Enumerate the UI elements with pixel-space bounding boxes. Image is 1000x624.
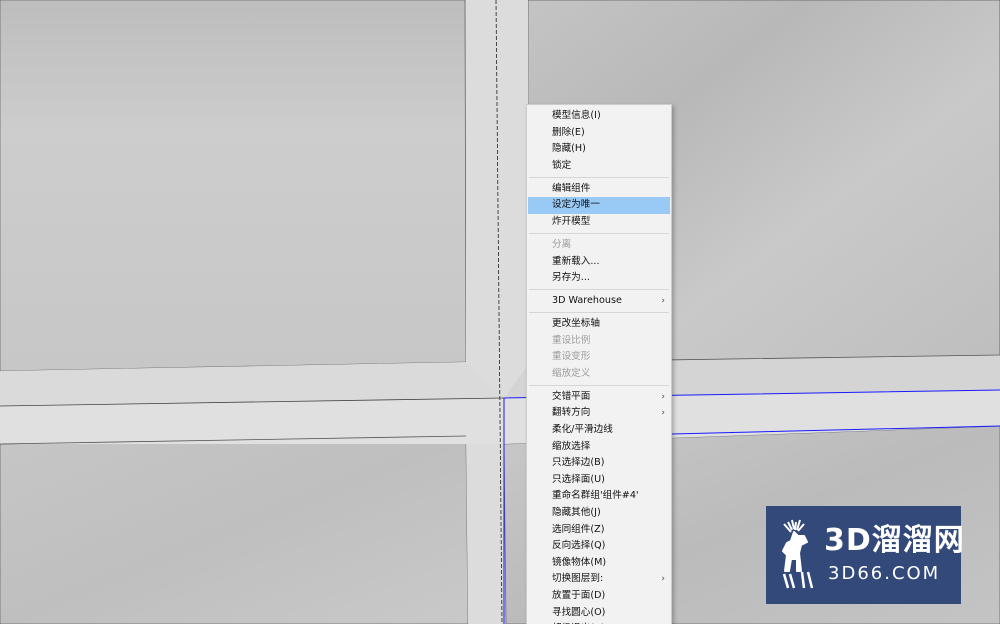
menu-separator [529, 289, 669, 291]
menu-item[interactable]: 柔化/平滑边线 [527, 422, 671, 439]
menu-item[interactable]: 3D Warehouse › [527, 293, 671, 310]
menu-item[interactable]: 放置于面(D) [527, 588, 671, 605]
menu-item-label: 切换图层到: [552, 573, 604, 585]
menu-item: 缩放定义 [527, 366, 671, 383]
sketchup-viewport[interactable]: 模型信息(I) 删除(E) 隐藏(H) 锁定编辑组件设定为唯一炸开模型分离重新载入..… [0, 0, 1000, 624]
chevron-right-icon: › [661, 408, 665, 419]
deer-icon [782, 519, 814, 589]
chevron-right-icon: › [661, 574, 665, 585]
menu-item-label: 重设比例 [552, 334, 591, 346]
menu-item-label: 缩放定义 [552, 367, 591, 379]
menu-item[interactable]: 交错平面 › [527, 389, 671, 406]
menu-item-label: 放置于面(D) [552, 589, 606, 601]
chevron-right-icon: › [661, 296, 665, 307]
menu-item-label: 寻找圆心(O) [552, 606, 606, 618]
menu-item-label: 只选择边(B) [552, 457, 605, 469]
menu-item-label: 缩放选择 [552, 440, 591, 452]
context-menu: 模型信息(I) 删除(E) 隐藏(H) 锁定编辑组件设定为唯一炸开模型分离重新载入..… [526, 104, 672, 624]
watermark-domain: 3D66.COM [828, 563, 941, 584]
menu-item-label: 反向选择(Q) [552, 540, 606, 552]
menu-item[interactable]: 模型信息(I) [527, 108, 671, 125]
menu-item: 重设比例 [527, 333, 671, 350]
menu-item[interactable]: 更改坐标轴 [527, 316, 671, 333]
panel-top-left [0, 0, 467, 372]
menu-separator [529, 385, 669, 387]
watermark: 3D溜溜网 3D66.COM [766, 506, 964, 604]
menu-item[interactable]: 编辑组件 [527, 181, 671, 198]
menu-item[interactable]: 切换图层到: › [527, 571, 671, 588]
menu-item-label: 另存为... [552, 272, 590, 284]
menu-item-label: 翻转方向 [552, 407, 591, 419]
menu-item-label: 3D Warehouse [552, 295, 622, 307]
menu-item[interactable]: 镜像物体(M) [527, 555, 671, 572]
menu-item[interactable]: 锁定 [527, 158, 671, 175]
menu-item[interactable]: 另存为... [527, 270, 671, 287]
menu-item-label: 重命名群组'组件#4' [552, 490, 639, 502]
menu-separator [529, 177, 669, 179]
menu-item-label: 镜像物体(M) [552, 556, 607, 568]
menu-item[interactable]: 设定为唯一 [528, 197, 670, 214]
menu-item: 分离 [527, 237, 671, 254]
menu-item-label: 交错平面 [552, 390, 591, 402]
menu-item[interactable]: 缩放选择 [527, 439, 671, 456]
menu-item-label: 锁定 [552, 159, 572, 171]
menu-item[interactable]: 炸开模型 [527, 214, 671, 231]
menu-item[interactable]: 只选择边(B) [527, 455, 671, 472]
chevron-right-icon: › [661, 391, 665, 402]
menu-item-label: 柔化/平滑边线 [552, 423, 613, 435]
menu-item[interactable]: 寻找圆心(O) [527, 605, 671, 622]
menu-item-label: 设定为唯一 [552, 199, 600, 211]
menu-item-label: 模型信息(I) [552, 110, 601, 121]
menu-item[interactable]: 重命名群组'组件#4' [527, 488, 671, 505]
menu-item: 重设变形 [527, 349, 671, 366]
menu-item[interactable]: 选同组件(Z) [527, 522, 671, 539]
menu-item-label: 编辑组件 [552, 182, 591, 194]
menu-item-label: 炸开模型 [552, 215, 591, 227]
menu-item-label: 隐藏其他(J) [552, 506, 601, 518]
menu-item-label: 更改坐标轴 [552, 318, 600, 330]
menu-item-label: 分离 [552, 238, 572, 250]
menu-item-label: 重新载入... [552, 255, 600, 267]
menu-item[interactable]: 翻转方向 › [527, 405, 671, 422]
menu-item-label: 只选择面(U) [552, 473, 605, 485]
watermark-title: 3D溜溜网 [824, 523, 965, 558]
menu-item[interactable]: 隐藏其他(J) [527, 505, 671, 522]
menu-item[interactable]: 反向选择(Q) [527, 538, 671, 555]
menu-item-label: 重设变形 [552, 351, 591, 363]
menu-item-label: 选同组件(Z) [552, 523, 605, 535]
menu-item-label: 隐藏(H) [552, 143, 586, 155]
menu-item[interactable]: 删除(E) [527, 125, 671, 142]
menu-item[interactable]: 隐藏(H) [527, 141, 671, 158]
menu-separator [529, 233, 669, 235]
menu-item[interactable]: 重新载入... [527, 254, 671, 271]
panel-bottom-left [0, 435, 469, 624]
menu-item-label: 删除(E) [552, 126, 585, 138]
menu-item[interactable]: 只选择面(U) [527, 472, 671, 489]
menu-separator [529, 312, 669, 314]
